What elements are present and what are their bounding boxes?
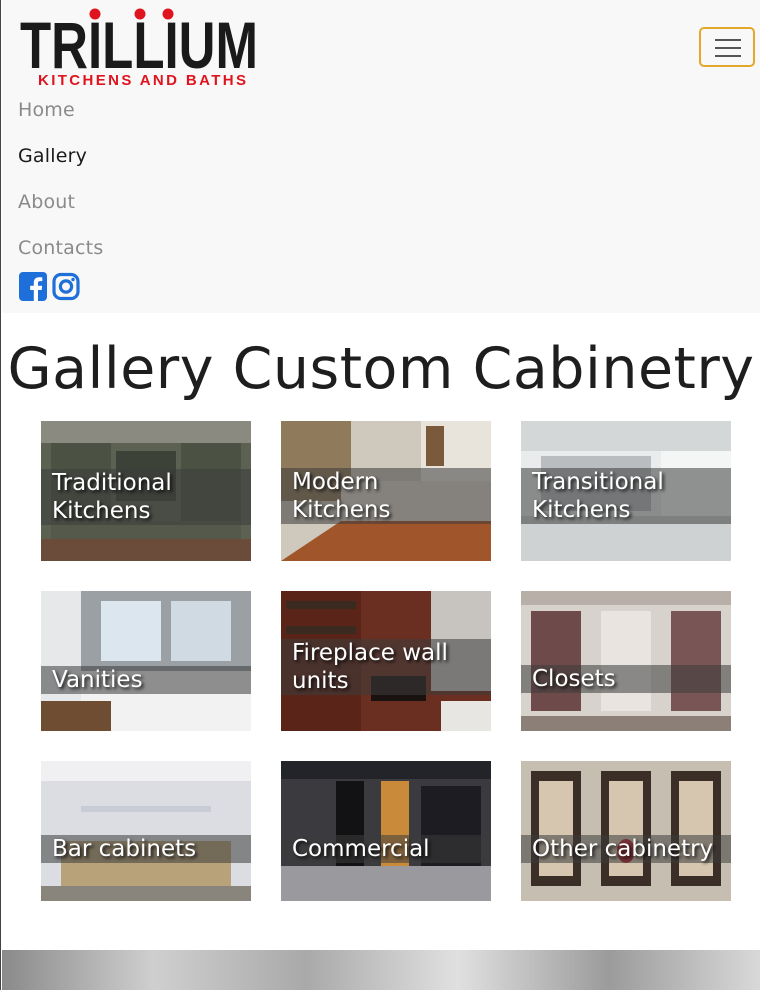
gallery-tile-traditional-kitchens[interactable]: Traditional Kitchens bbox=[41, 421, 251, 561]
tile-caption-line1: Traditional bbox=[52, 470, 172, 496]
tile-caption-line2: Kitchens bbox=[532, 497, 631, 523]
nav-link-home[interactable]: Home bbox=[18, 93, 103, 139]
tile-caption: Modern Kitchens bbox=[281, 468, 491, 524]
social-links bbox=[19, 272, 80, 301]
gallery-tile-transitional-kitchens[interactable]: Transitional Kitchens bbox=[521, 421, 731, 561]
gallery-tile-other-cabinetry[interactable]: Other cabinetry bbox=[521, 761, 731, 901]
other-cabinetry-photo bbox=[521, 761, 731, 901]
gallery-tile-closets[interactable]: Closets bbox=[521, 591, 731, 731]
tile-caption-line1: Other cabinetry bbox=[532, 836, 714, 862]
vanities-photo bbox=[41, 591, 251, 731]
trillium-logo: TRILLIUM KITCHENS AND BATHS bbox=[20, 8, 258, 89]
tile-caption-line2: Kitchens bbox=[292, 497, 391, 523]
tile-caption-line1: Fireplace wall bbox=[292, 640, 448, 666]
nav-menu: Home Gallery About Contacts bbox=[18, 93, 103, 277]
nav-link-gallery[interactable]: Gallery bbox=[18, 139, 103, 185]
navbar: TRILLIUM KITCHENS AND BATHS Home Gallery… bbox=[2, 0, 760, 313]
gallery-tile-commercial[interactable]: Commercial bbox=[281, 761, 491, 901]
brand-tagline: KITCHENS AND BATHS bbox=[38, 72, 246, 88]
tile-caption-line1: Closets bbox=[532, 666, 616, 692]
commercial-photo bbox=[281, 761, 491, 901]
gallery-tile-vanities[interactable]: Vanities bbox=[41, 591, 251, 731]
tile-caption-line1: Transitional bbox=[532, 469, 664, 495]
gallery-tile-bar-cabinets[interactable]: Bar cabinets bbox=[41, 761, 251, 901]
tile-caption: Vanities bbox=[41, 666, 251, 694]
page-title: Gallery Custom Cabinetry bbox=[7, 336, 755, 402]
tile-caption: Traditional Kitchens bbox=[41, 469, 251, 525]
gallery-tile-modern-kitchens[interactable]: Modern Kitchens bbox=[281, 421, 491, 561]
bar-cabinets-photo bbox=[41, 761, 251, 901]
nav-link-contacts[interactable]: Contacts bbox=[18, 231, 103, 277]
tile-caption-line2: Kitchens bbox=[52, 498, 151, 524]
tile-caption: Other cabinetry bbox=[521, 835, 731, 863]
logo-dot-2 bbox=[134, 8, 146, 20]
instagram-icon bbox=[52, 272, 80, 301]
tile-caption-line1: Modern bbox=[292, 469, 379, 495]
logo-dot-1 bbox=[89, 8, 101, 20]
tile-caption-line1: Commercial bbox=[292, 836, 430, 862]
tile-caption: Bar cabinets bbox=[41, 835, 251, 863]
footer-background-image bbox=[2, 950, 760, 990]
tile-caption: Closets bbox=[521, 665, 731, 693]
facebook-icon bbox=[19, 272, 47, 301]
closets-photo bbox=[521, 591, 731, 731]
brand-logo[interactable]: TRILLIUM KITCHENS AND BATHS bbox=[20, 6, 260, 89]
gallery-tile-fireplace-wall-units[interactable]: Fireplace wall units bbox=[281, 591, 491, 731]
navbar-toggle-button[interactable] bbox=[699, 27, 755, 67]
tile-caption: Transitional Kitchens bbox=[521, 468, 731, 524]
logo-dot-3 bbox=[162, 8, 174, 20]
tile-caption: Commercial bbox=[281, 835, 491, 863]
tile-caption: Fireplace wall units bbox=[281, 639, 491, 695]
facebook-link[interactable] bbox=[19, 272, 47, 301]
nav-link-about[interactable]: About bbox=[18, 185, 103, 231]
instagram-link[interactable] bbox=[52, 272, 80, 301]
tile-caption-line1: Vanities bbox=[52, 667, 143, 693]
tile-caption-line2: units bbox=[292, 668, 349, 694]
tile-caption-line1: Bar cabinets bbox=[52, 836, 197, 862]
